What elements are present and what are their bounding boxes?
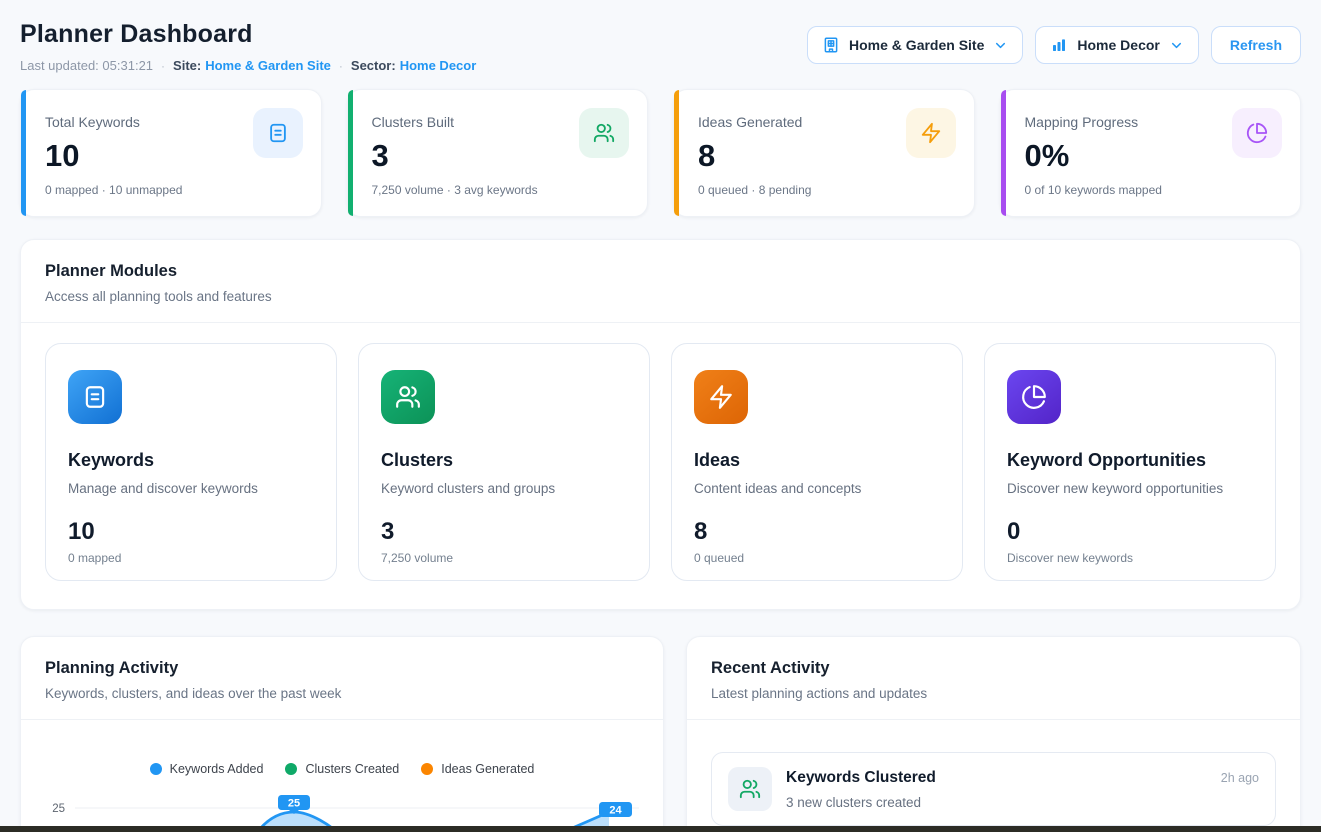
sector-link[interactable]: Home Decor [400, 58, 477, 73]
module-stat: 8 [694, 518, 940, 546]
planner-modules-panel: Planner Modules Access all planning tool… [20, 239, 1301, 610]
site-selector-dropdown[interactable]: Home & Garden Site [807, 26, 1023, 64]
stat-detail: 0 mapped · 10 unmapped [45, 183, 303, 197]
legend-dot-green [285, 763, 297, 775]
planner-dashboard-page: Planner Dashboard Last updated: 05:31:21… [0, 0, 1321, 832]
stat-card-mapping-progress: Mapping Progress 0% 0 of 10 keywords map… [1000, 89, 1302, 217]
users-icon [728, 767, 772, 811]
stat-card-clusters-built: Clusters Built 3 7,250 volume · 3 avg ke… [347, 89, 649, 217]
svg-text:25: 25 [288, 798, 300, 810]
chevron-down-icon [1169, 38, 1184, 53]
legend-dot-orange [421, 763, 433, 775]
recent-activity-header: Recent Activity Latest planning actions … [687, 637, 1300, 720]
building-icon [822, 36, 840, 54]
section-subtitle: Access all planning tools and features [45, 289, 1276, 304]
section-subtitle: Keywords, clusters, and ideas over the p… [45, 686, 639, 701]
stats-row: Total Keywords 10 0 mapped · 10 unmapped… [20, 89, 1301, 217]
legend-item-ideas-generated[interactable]: Ideas Generated [421, 762, 534, 776]
stat-detail: 0 queued · 8 pending [698, 183, 956, 197]
planner-modules-header: Planner Modules Access all planning tool… [21, 240, 1300, 323]
module-title: Keywords [68, 450, 314, 471]
planning-activity-chart: 25 25 24 [43, 784, 647, 828]
site-link[interactable]: Home & Garden Site [205, 58, 331, 73]
stat-card-ideas-generated: Ideas Generated 8 0 queued · 8 pending [673, 89, 975, 217]
bottom-row: Planning Activity Keywords, clusters, an… [20, 636, 1301, 832]
topbar: Planner Dashboard Last updated: 05:31:21… [0, 0, 1321, 73]
recent-activity-item: Keywords Clustered 3 new clusters create… [711, 752, 1276, 826]
recent-item-description: 3 new clusters created [786, 795, 1207, 810]
y-axis-tick-25: 25 [52, 803, 65, 815]
recent-item-time: 2h ago [1221, 767, 1259, 785]
last-updated-label: Last updated: [20, 58, 99, 73]
module-stat-label: 0 queued [694, 551, 940, 565]
bar-chart-icon [1050, 36, 1068, 54]
module-title: Ideas [694, 450, 940, 471]
pie-chart-icon [1007, 370, 1061, 424]
module-card-keyword-opportunities[interactable]: Keyword Opportunities Discover new keywo… [984, 343, 1276, 581]
module-title: Keyword Opportunities [1007, 450, 1253, 471]
recent-item-title: Keywords Clustered [786, 767, 1207, 787]
module-description: Discover new keyword opportunities [1007, 481, 1253, 496]
legend-item-clusters-created[interactable]: Clusters Created [285, 762, 399, 776]
module-stat: 3 [381, 518, 627, 546]
document-icon [68, 370, 122, 424]
module-description: Content ideas and concepts [694, 481, 940, 496]
legend-dot-blue [150, 763, 162, 775]
module-card-clusters[interactable]: Clusters Keyword clusters and groups 3 7… [358, 343, 650, 581]
module-description: Keyword clusters and groups [381, 481, 627, 496]
sector-selector-dropdown[interactable]: Home Decor [1035, 26, 1198, 64]
document-icon [253, 108, 303, 158]
module-stat-label: 0 mapped [68, 551, 314, 565]
stat-detail: 7,250 volume · 3 avg keywords [372, 183, 630, 197]
section-title: Recent Activity [711, 659, 1276, 678]
meta-separator: · [331, 59, 351, 73]
site-label: Site: [173, 58, 201, 73]
chevron-down-icon [993, 38, 1008, 53]
sector-selector-label: Home Decor [1077, 37, 1159, 53]
module-stat-label: 7,250 volume [381, 551, 627, 565]
module-description: Manage and discover keywords [68, 481, 314, 496]
bottom-edge-strip [0, 826, 1321, 832]
users-icon [579, 108, 629, 158]
module-card-keywords[interactable]: Keywords Manage and discover keywords 10… [45, 343, 337, 581]
header-controls: Home & Garden Site Home Decor Refresh [807, 26, 1301, 64]
sector-label: Sector: [351, 58, 396, 73]
recent-activity-panel: Recent Activity Latest planning actions … [686, 636, 1301, 832]
zap-icon [694, 370, 748, 424]
meta-line: Last updated: 05:31:21 · Site: Home & Ga… [20, 58, 476, 73]
legend-label: Keywords Added [170, 762, 264, 776]
chart-legend: Keywords Added Clusters Created Ideas Ge… [37, 762, 647, 776]
module-stat-label: Discover new keywords [1007, 551, 1253, 565]
recent-activity-body: Keywords Clustered 3 new clusters create… [687, 720, 1300, 826]
data-label-24: 24 [599, 802, 632, 817]
meta-separator: · [153, 59, 173, 73]
site-selector-label: Home & Garden Site [849, 37, 984, 53]
topbar-left: Planner Dashboard Last updated: 05:31:21… [20, 20, 476, 73]
page-title: Planner Dashboard [20, 20, 476, 49]
section-subtitle: Latest planning actions and updates [711, 686, 1276, 701]
planning-activity-body: Keywords Added Clusters Created Ideas Ge… [21, 720, 663, 828]
module-stat: 0 [1007, 518, 1253, 546]
recent-item-texts: Keywords Clustered 3 new clusters create… [786, 767, 1207, 810]
module-card-ideas[interactable]: Ideas Content ideas and concepts 8 0 que… [671, 343, 963, 581]
module-title: Clusters [381, 450, 627, 471]
last-updated-value: 05:31:21 [102, 58, 153, 73]
stat-card-total-keywords: Total Keywords 10 0 mapped · 10 unmapped [20, 89, 322, 217]
legend-label: Clusters Created [305, 762, 399, 776]
data-label-25: 25 [278, 795, 310, 814]
users-icon [381, 370, 435, 424]
planning-activity-panel: Planning Activity Keywords, clusters, an… [20, 636, 664, 832]
section-title: Planning Activity [45, 659, 639, 678]
section-title: Planner Modules [45, 262, 1276, 281]
svg-text:24: 24 [609, 805, 622, 817]
planning-activity-header: Planning Activity Keywords, clusters, an… [21, 637, 663, 720]
stat-detail: 0 of 10 keywords mapped [1025, 183, 1283, 197]
refresh-button[interactable]: Refresh [1211, 26, 1301, 64]
legend-label: Ideas Generated [441, 762, 534, 776]
pie-chart-icon [1232, 108, 1282, 158]
modules-grid: Keywords Manage and discover keywords 10… [21, 323, 1300, 609]
zap-icon [906, 108, 956, 158]
module-stat: 10 [68, 518, 314, 546]
legend-item-keywords-added[interactable]: Keywords Added [150, 762, 264, 776]
